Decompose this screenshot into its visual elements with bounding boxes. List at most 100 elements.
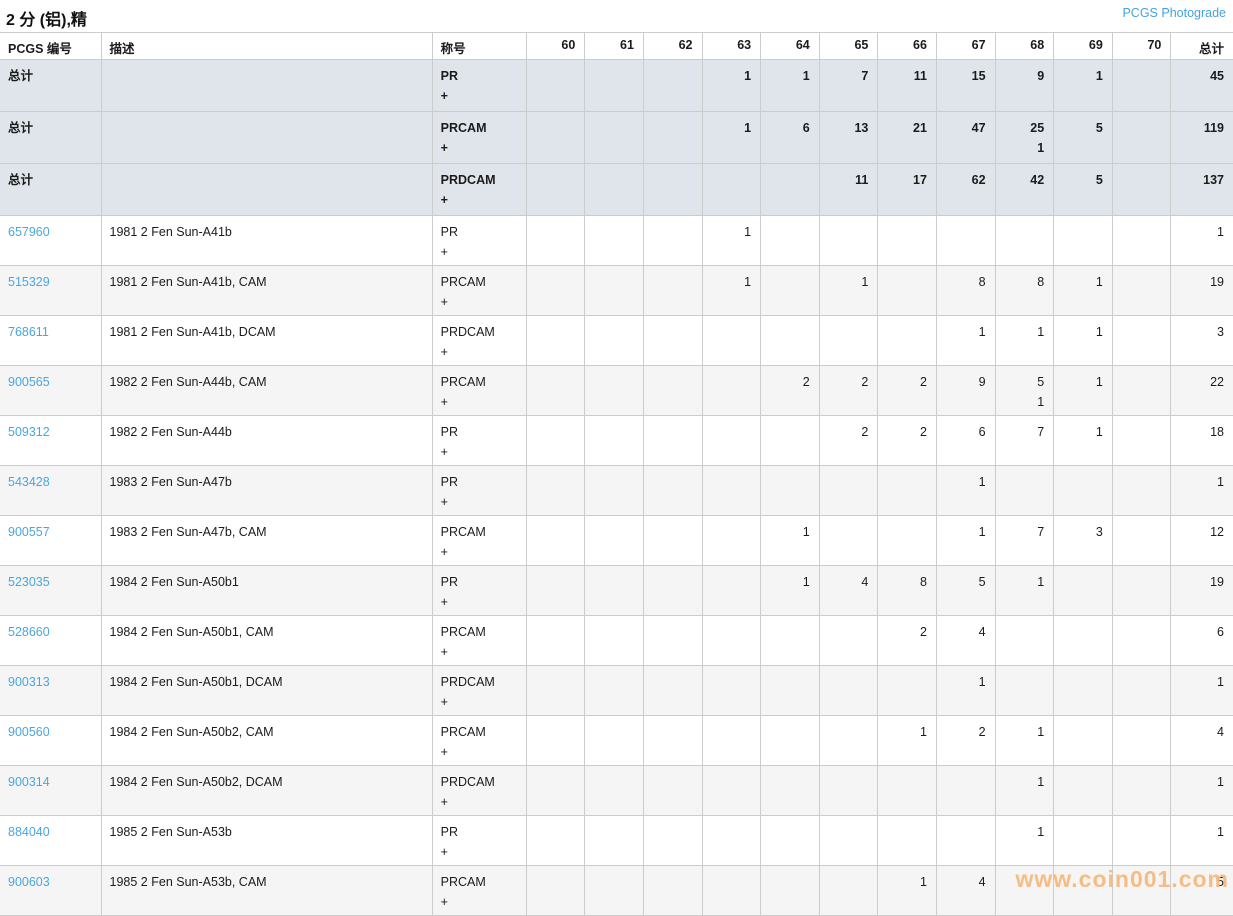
- grade-63-cell: [702, 466, 761, 516]
- grade-count: 2: [820, 372, 869, 392]
- pcgs-number-link[interactable]: 900557: [8, 522, 95, 542]
- page-title: 2 分 (铝),精: [0, 0, 1233, 30]
- grade-61-cell: [585, 216, 644, 266]
- grade-65-cell: [819, 316, 878, 366]
- grade-61-cell: [585, 716, 644, 766]
- summary-row: 总计PR+11711159145: [0, 60, 1233, 112]
- grade-64-cell: 2: [761, 366, 820, 416]
- grade-61-cell: [585, 266, 644, 316]
- pcgs-number-link[interactable]: 543428: [8, 472, 95, 492]
- grade-67-cell: 1: [936, 316, 995, 366]
- summary-label: 总计: [8, 118, 95, 138]
- description-cell: 1984 2 Fen Sun-A50b1, CAM: [101, 616, 432, 666]
- photograde-link[interactable]: PCGS Photograde: [1122, 6, 1226, 20]
- grade-67-cell: 4: [936, 616, 995, 666]
- grade-61-cell: [585, 366, 644, 416]
- coin-row: 9005571983 2 Fen Sun-A47b, CAMPRCAM+1173…: [0, 516, 1233, 566]
- grade-70-cell: [1112, 716, 1171, 766]
- total-count: 1: [1171, 472, 1224, 492]
- grade-70-cell: [1112, 164, 1171, 216]
- grade-60-cell: [526, 466, 585, 516]
- grade-count: 8: [878, 572, 927, 592]
- designation-cell: PRCAM+: [432, 516, 526, 566]
- grade-70-cell: [1112, 566, 1171, 616]
- grade-65-cell: [819, 816, 878, 866]
- pcgs-number-link[interactable]: 900314: [8, 772, 95, 792]
- grade-63-cell: [702, 616, 761, 666]
- grade-62-cell: [643, 516, 702, 566]
- pcgs-number-link[interactable]: 900560: [8, 722, 95, 742]
- pcgs-number-link[interactable]: 515329: [8, 272, 95, 292]
- grade-62-cell: [643, 60, 702, 112]
- total-count: 137: [1171, 170, 1224, 190]
- grade-63-cell: [702, 816, 761, 866]
- total-count: 1: [1171, 672, 1224, 692]
- page: 2 分 (铝),精 PCGS Photograde PCGS 编号 描述 称号 …: [0, 0, 1233, 916]
- coin-row: 9006031985 2 Fen Sun-A53b, CAMPRCAM+145: [0, 866, 1233, 916]
- grade-count: 5: [1054, 170, 1103, 190]
- grade-70-cell: [1112, 416, 1171, 466]
- pcgs-number-link[interactable]: 523035: [8, 572, 95, 592]
- pcgs-number-cell: 900557: [0, 516, 101, 566]
- grade-66-cell: 17: [878, 164, 937, 216]
- grade-66-cell: [878, 816, 937, 866]
- grade-70-cell: [1112, 766, 1171, 816]
- grade-66-cell: 2: [878, 616, 937, 666]
- grade-count: 4: [937, 622, 986, 642]
- pcgs-number-link[interactable]: 528660: [8, 622, 95, 642]
- pcgs-number-cell: 509312: [0, 416, 101, 466]
- designation-cell: PRDCAM+: [432, 316, 526, 366]
- table-header-row: PCGS 编号 描述 称号 6061626364656667686970总计: [0, 33, 1233, 60]
- grade-69-cell: [1054, 766, 1113, 816]
- grade-61-cell: [585, 60, 644, 112]
- pcgs-number-link[interactable]: 900603: [8, 872, 95, 892]
- grade-66-cell: [878, 466, 937, 516]
- grade-count: 1: [1054, 322, 1103, 342]
- header-grade-62: 62: [643, 33, 702, 60]
- coin-description: 1985 2 Fen Sun-A53b: [110, 822, 426, 842]
- header-grade-69: 69: [1054, 33, 1113, 60]
- coin-row: 6579601981 2 Fen Sun-A41bPR+11: [0, 216, 1233, 266]
- grade-64-cell: [761, 616, 820, 666]
- grade-count: 7: [996, 522, 1045, 542]
- pcgs-number-link[interactable]: 900313: [8, 672, 95, 692]
- pcgs-number-link[interactable]: 900565: [8, 372, 95, 392]
- grade-64-cell: [761, 766, 820, 816]
- total-count: 1: [1171, 822, 1224, 842]
- designation-label: PR: [441, 422, 520, 442]
- description-cell: 1983 2 Fen Sun-A47b, CAM: [101, 516, 432, 566]
- grade-64-cell: [761, 316, 820, 366]
- grade-64-cell: [761, 866, 820, 916]
- pcgs-number-cell: 900560: [0, 716, 101, 766]
- header-grade-63: 63: [702, 33, 761, 60]
- grade-count: 1: [996, 572, 1045, 592]
- plus-designation-label: +: [441, 492, 520, 512]
- grade-count: 6: [761, 118, 810, 138]
- summary-row: 总计PRDCAM+111762425137: [0, 164, 1233, 216]
- pcgs-number-link[interactable]: 768611: [8, 322, 95, 342]
- grade-count: 1: [996, 772, 1045, 792]
- pcgs-number-link[interactable]: 657960: [8, 222, 95, 242]
- grade-60-cell: [526, 266, 585, 316]
- grade-count: 1: [703, 222, 752, 242]
- designation-label: PR: [441, 472, 520, 492]
- grade-66-cell: [878, 516, 937, 566]
- grade-68-cell: 42: [995, 164, 1054, 216]
- grade-64-cell: 1: [761, 566, 820, 616]
- grade-63-cell: [702, 566, 761, 616]
- grade-68-cell: [995, 216, 1054, 266]
- grade-count: 2: [878, 422, 927, 442]
- grade-61-cell: [585, 766, 644, 816]
- grade-count: 3: [1054, 522, 1103, 542]
- grade-60-cell: [526, 216, 585, 266]
- grade-count: 2: [820, 422, 869, 442]
- grade-68-cell: 251: [995, 112, 1054, 164]
- grade-count: 7: [820, 66, 869, 86]
- table-body: 总计PR+11711159145总计PRCAM+161321472515119总…: [0, 60, 1233, 916]
- pcgs-number-link[interactable]: 884040: [8, 822, 95, 842]
- grade-count: 1: [761, 522, 810, 542]
- total-count: 22: [1171, 372, 1224, 392]
- grade-61-cell: [585, 816, 644, 866]
- designation-label: PRCAM: [441, 372, 520, 392]
- pcgs-number-link[interactable]: 509312: [8, 422, 95, 442]
